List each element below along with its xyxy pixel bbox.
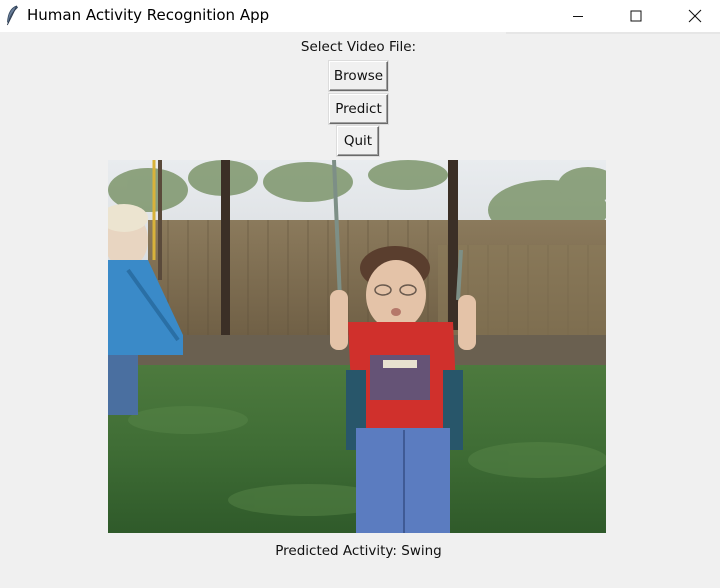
quit-button[interactable]: Quit: [337, 126, 379, 156]
select-video-label: Select Video File:: [300, 39, 417, 55]
close-icon: [688, 9, 702, 23]
app-window: Human Activity Recognition App Select Vi…: [0, 0, 720, 588]
maximize-button[interactable]: [613, 0, 659, 32]
video-preview: [108, 160, 606, 533]
close-button[interactable]: [672, 0, 718, 32]
title-bar-border: [506, 32, 720, 34]
browse-button[interactable]: Browse: [329, 61, 388, 91]
title-bar[interactable]: Human Activity Recognition App: [0, 0, 720, 32]
maximize-icon: [630, 10, 642, 22]
video-frame-image: [108, 160, 606, 533]
minimize-button[interactable]: [555, 0, 601, 32]
minimize-icon: [573, 16, 583, 17]
predicted-activity-label: Predicted Activity: Swing: [275, 543, 442, 559]
window-title: Human Activity Recognition App: [27, 6, 270, 24]
feather-icon: [6, 5, 19, 26]
predict-button[interactable]: Predict: [329, 94, 388, 124]
